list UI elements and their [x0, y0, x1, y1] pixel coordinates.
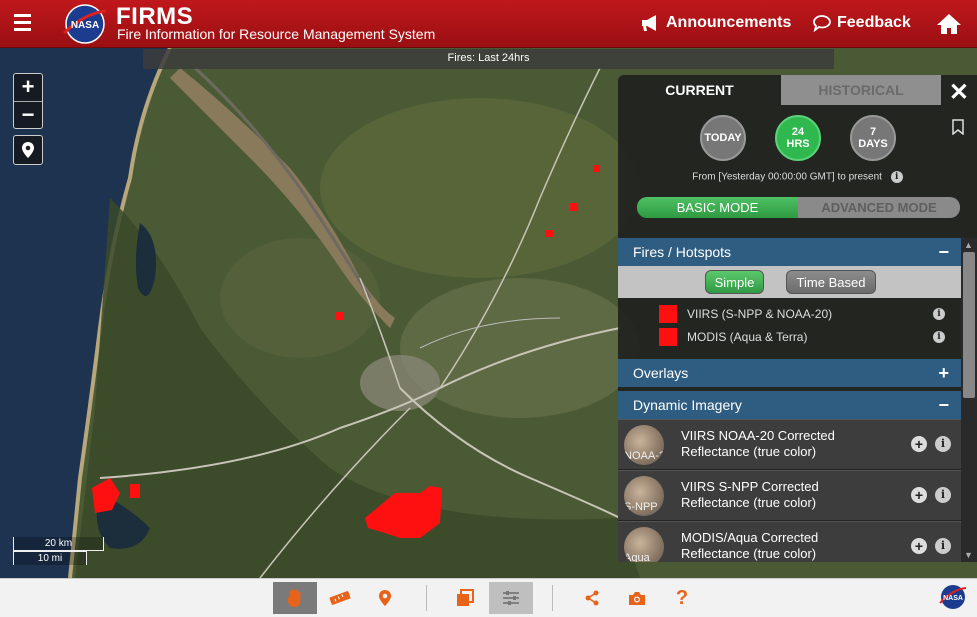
panel-scrollbar[interactable]: ▲ ▼ [961, 238, 977, 562]
menu-icon[interactable] [8, 10, 38, 38]
chat-bubble-icon [813, 15, 831, 32]
add-layer-icon[interactable]: + [911, 538, 927, 554]
collapse-icon[interactable]: − [938, 238, 949, 266]
time-range-text: From [Yesterday 00:00:00 GMT] to present… [618, 171, 977, 183]
panel-tabs: CURRENT HISTORICAL ✕ [618, 75, 977, 107]
add-layer-icon[interactable]: + [911, 487, 927, 503]
advanced-mode-button[interactable]: ADVANCED MODE [798, 197, 960, 218]
measure-tool-button[interactable] [318, 582, 362, 614]
layers-icon [457, 589, 474, 606]
time-range-label: From [Yesterday 00:00:00 GMT] to present [692, 171, 882, 183]
layer-modis[interactable]: MODIS (Aqua & Terra) i [618, 326, 961, 348]
hand-icon [287, 588, 301, 607]
help-icon: ? [675, 586, 689, 609]
imagery-label: VIIRS NOAA-20 Corrected Reflectance (true… [681, 428, 835, 459]
fire-mode-bar: Simple Time Based [618, 266, 961, 298]
layer-viirs-label: VIIRS (S-NPP & NOAA-20) [687, 307, 833, 321]
feedback-link[interactable]: Feedback [812, 14, 911, 32]
map-scale: 20 km 10 mi [13, 537, 104, 565]
sliders-icon [503, 591, 519, 605]
megaphone-icon [642, 15, 656, 31]
settings-tool-button[interactable] [489, 582, 533, 614]
info-icon[interactable]: i [933, 331, 945, 343]
imagery-modis-aqua[interactable]: Aqua MODIS/Aqua Corrected Reflectance (tr… [618, 521, 961, 562]
scale-mi: 10 mi [13, 551, 87, 565]
24hrs-label: 24 HRS [786, 126, 810, 150]
fires-hotspots-header[interactable]: Fires / Hotspots − [618, 238, 961, 266]
map-marker-icon [379, 590, 391, 606]
scroll-thumb[interactable] [963, 252, 975, 398]
time-based-button[interactable]: Time Based [786, 270, 876, 294]
feedback-label: Feedback [837, 14, 911, 31]
imagery-thumbnail: Aqua [624, 527, 664, 562]
info-icon[interactable]: i [933, 308, 945, 320]
toolbar-divider [426, 585, 427, 611]
imagery-thumbnail: S-NPP [624, 476, 664, 516]
24hrs-button[interactable]: 24 HRS [775, 115, 821, 161]
nasa-logo[interactable]: NASA [62, 3, 108, 45]
app-header: NASA FIRMS Fire Information for Resource… [0, 0, 977, 48]
time-range-info-icon[interactable]: i [890, 171, 903, 183]
ruler-icon [329, 591, 351, 605]
tab-current[interactable]: CURRENT [618, 75, 781, 105]
dynamic-imagery-header[interactable]: Dynamic Imagery − [618, 391, 961, 419]
home-icon[interactable] [936, 12, 962, 36]
bookmark-icon[interactable] [951, 119, 965, 135]
imagery-thumbnail: NOAA-20 [624, 425, 664, 465]
info-icon[interactable]: i [935, 436, 951, 452]
info-icon[interactable]: i [935, 538, 951, 554]
collapse-icon[interactable]: − [938, 391, 949, 419]
layer-viirs[interactable]: VIIRS (S-NPP & NOAA-20) i [618, 303, 961, 325]
overlays-title: Overlays [633, 365, 689, 381]
scroll-up-icon[interactable]: ▲ [964, 240, 973, 250]
nasa-logo-small[interactable]: NASA [938, 583, 968, 611]
info-icon[interactable]: i [935, 487, 951, 503]
bottom-toolbar: ? [0, 578, 977, 617]
scale-km: 20 km [13, 537, 104, 551]
scroll-down-icon[interactable]: ▼ [964, 550, 973, 560]
map-pin-icon [22, 142, 34, 158]
add-layer-icon[interactable]: + [911, 436, 927, 452]
announcements-link[interactable]: Announcements [641, 14, 791, 32]
layer-panel: CURRENT HISTORICAL ✕ TODAY 24 HRS 7 DAYS F… [618, 75, 977, 562]
tab-historical[interactable]: HISTORICAL [781, 75, 941, 105]
imagery-viirs-snpp[interactable]: S-NPP VIIRS S-NPP Corrected Reflectance (… [618, 470, 961, 520]
camera-tool-button[interactable] [615, 582, 659, 614]
simple-button[interactable]: Simple [705, 270, 764, 294]
expand-icon[interactable]: + [938, 359, 949, 387]
imagery-label: MODIS/Aqua Corrected Reflectance (true co… [681, 530, 819, 561]
camera-icon [629, 591, 645, 605]
svg-text:NASA: NASA [943, 595, 963, 602]
help-button[interactable]: ? [660, 582, 704, 614]
announcements-label: Announcements [666, 14, 792, 31]
location-tool-button[interactable] [363, 582, 407, 614]
close-panel-icon[interactable]: ✕ [949, 78, 969, 107]
today-button[interactable]: TODAY [700, 115, 746, 161]
7days-label: 7 DAYS [858, 126, 888, 150]
dynamic-imagery-title: Dynamic Imagery [633, 397, 742, 413]
imagery-viirs-noaa20[interactable]: NOAA-20 VIIRS NOAA-20 CorrectedReflectan… [618, 419, 961, 469]
basic-mode-button[interactable]: BASIC MODE [637, 197, 798, 218]
pan-tool-button[interactable] [273, 582, 317, 614]
modis-swatch [659, 328, 677, 346]
overlays-header[interactable]: Overlays + [618, 359, 961, 387]
imagery-label: VIIRS S-NPP Corrected Reflectance (true c… [681, 479, 819, 510]
brand-subtitle: Fire Information for Resource Management… [117, 26, 436, 42]
7days-button[interactable]: 7 DAYS [850, 115, 896, 161]
zoom-in-button[interactable]: + [14, 74, 42, 101]
zoom-out-button[interactable]: − [14, 101, 42, 128]
fires-hotspots-title: Fires / Hotspots [633, 244, 732, 260]
zoom-control: + − [13, 73, 43, 129]
share-tool-button[interactable] [570, 582, 614, 614]
svg-text:NASA: NASA [71, 20, 99, 31]
layer-modis-label: MODIS (Aqua & Terra) [687, 330, 808, 344]
toolbar-divider [552, 585, 553, 611]
today-label: TODAY [704, 132, 742, 144]
mode-toggle: BASIC MODE ADVANCED MODE [637, 197, 960, 218]
viirs-swatch [659, 305, 677, 323]
locate-button[interactable] [13, 135, 43, 165]
share-icon [585, 590, 599, 606]
fires-time-label: Fires: Last 24hrs [143, 49, 834, 69]
layers-tool-button[interactable] [443, 582, 487, 614]
